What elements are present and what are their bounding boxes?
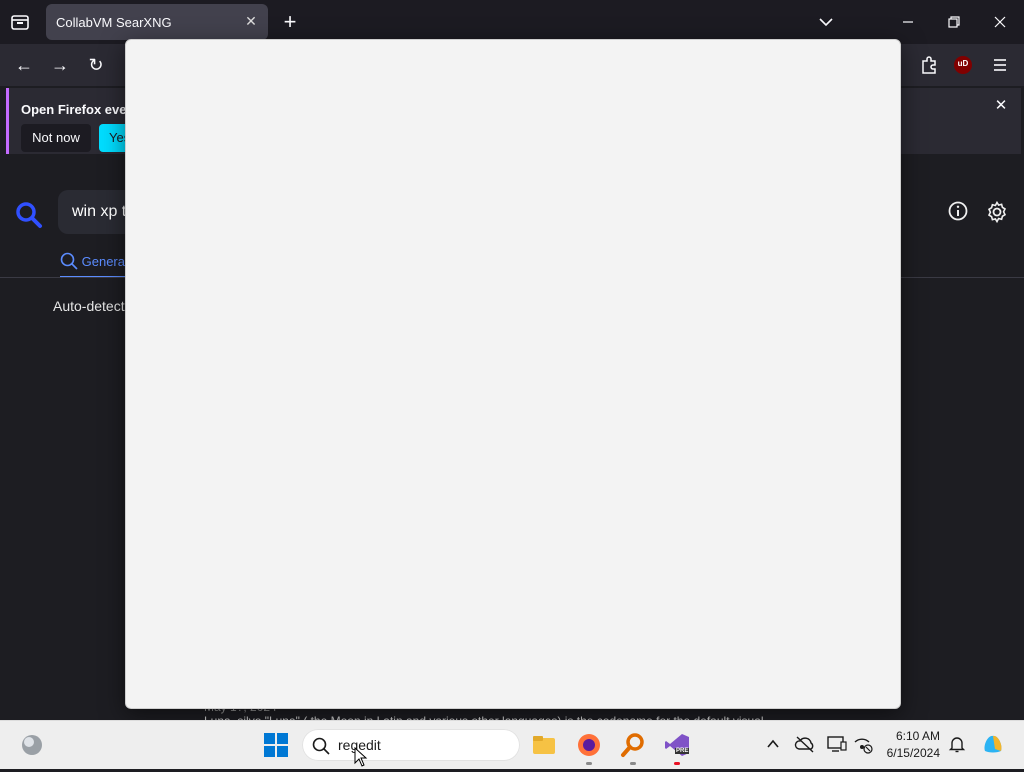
taskbar-search-input[interactable]: regedit [302, 729, 520, 761]
taskbar-search-icon [312, 737, 330, 755]
copilot-preview-icon[interactable] [980, 731, 1006, 757]
browser-tab-active[interactable]: CollabVM SearXNG ✕ [46, 4, 268, 40]
onedrive-offline-icon[interactable] [794, 734, 816, 754]
blank-start-menu-panel[interactable] [125, 39, 901, 709]
tab-general[interactable]: General [60, 252, 128, 278]
firefox-view-icon[interactable] [8, 10, 32, 34]
list-all-tabs-icon[interactable] [814, 10, 838, 34]
search-query-text: win xp t [72, 203, 127, 220]
tab-close-icon[interactable]: ✕ [242, 12, 260, 30]
notification-text: Open Firefox every [21, 102, 139, 117]
not-now-button[interactable]: Not now [21, 124, 91, 152]
clock-date[interactable]: 6/15/2024 [884, 746, 940, 760]
close-window-button[interactable] [988, 10, 1012, 34]
notification-bell-icon[interactable] [947, 734, 967, 754]
visual-studio-preview-icon[interactable]: PRE [663, 731, 691, 759]
extensions-icon[interactable] [916, 52, 942, 78]
file-explorer-icon[interactable] [530, 731, 558, 759]
display-icon[interactable] [826, 734, 848, 754]
magnifier-icon [60, 252, 78, 270]
preview-badge: PRE [675, 748, 690, 754]
firefox-taskbar-icon[interactable] [575, 731, 603, 759]
ublock-label: uD [957, 59, 969, 68]
browser-tab-bar: CollabVM SearXNG ✕ + [0, 0, 1024, 44]
forward-button[interactable]: → [46, 51, 74, 79]
menu-icon[interactable] [988, 52, 1012, 78]
chevron-up-icon[interactable] [764, 735, 782, 753]
language-autodetect[interactable]: Auto-detect [53, 298, 125, 314]
minimize-button[interactable] [896, 10, 920, 34]
back-button[interactable]: ← [10, 51, 38, 79]
search-app-icon[interactable] [619, 731, 647, 759]
reload-button[interactable]: ↻ [82, 51, 110, 79]
running-indicator [586, 762, 592, 765]
running-indicator [630, 762, 636, 765]
new-tab-button[interactable]: + [278, 10, 302, 34]
tab-general-label: General [81, 254, 128, 269]
mouse-cursor-icon [354, 746, 368, 767]
start-icon[interactable] [262, 731, 290, 759]
gear-icon[interactable] [985, 200, 1009, 224]
attention-indicator [674, 762, 680, 765]
tab-title: CollabVM SearXNG [56, 15, 172, 30]
network-icon[interactable] [852, 734, 874, 754]
windows-taskbar: regedit PRE 6:10 AM 6/15/2024 [0, 720, 1024, 769]
ublock-icon[interactable]: uD [952, 54, 974, 76]
search-icon[interactable] [14, 200, 44, 230]
info-icon[interactable] [947, 200, 969, 222]
widgets-icon[interactable] [18, 731, 46, 759]
close-notification-icon[interactable]: ✕ [993, 98, 1009, 114]
restore-button[interactable] [942, 10, 966, 34]
clock-time[interactable]: 6:10 AM [884, 729, 940, 743]
